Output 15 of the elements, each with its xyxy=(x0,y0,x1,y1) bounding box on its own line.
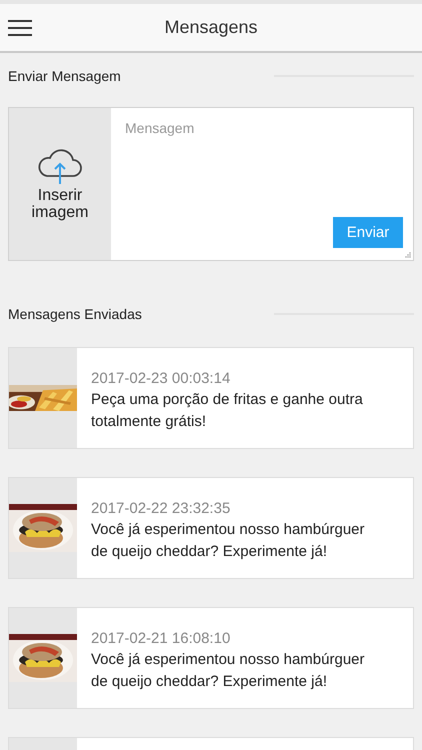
message-card[interactable]: 2017-02-21 16:08:10 Você já esperimentou nosso hambúrguer de queijo cheddar? Experimente já! xyxy=(8,607,414,709)
insert-image-button[interactable]: Inserir imagem xyxy=(9,108,111,260)
menu-icon[interactable] xyxy=(8,18,32,36)
message-text: Você já esperimentou nosso hambúrguer de queijo cheddar? Experimente já! xyxy=(91,650,366,692)
message-card[interactable]: 2017-02-23 00:03:14 Peça uma porção de fritas e ganhe outra totalmente grátis! xyxy=(8,347,414,449)
resize-grip-icon xyxy=(405,252,411,258)
message-time: 2017-02-22 23:32:35 xyxy=(91,499,232,519)
message-text: Peça uma porção de fritas e ganhe outra totalmente grátis! xyxy=(91,390,364,432)
section-title: Enviar Mensagem xyxy=(8,68,121,84)
message-time: 2017-02-23 00:03:14 xyxy=(91,369,232,389)
message-card[interactable]: 2017-02-22 23:32:35 Você já esperimentou nosso hambúrguer de queijo cheddar? Experimente já! xyxy=(8,477,414,579)
message-time: 2017-02-21 16:08:10 xyxy=(91,629,232,649)
message-text: Você já esperimentou nosso hambúrguer de queijo cheddar? Experimente já! xyxy=(91,520,366,562)
section-title: Mensagens Enviadas xyxy=(8,306,142,322)
page-title: Mensagens xyxy=(164,17,258,38)
